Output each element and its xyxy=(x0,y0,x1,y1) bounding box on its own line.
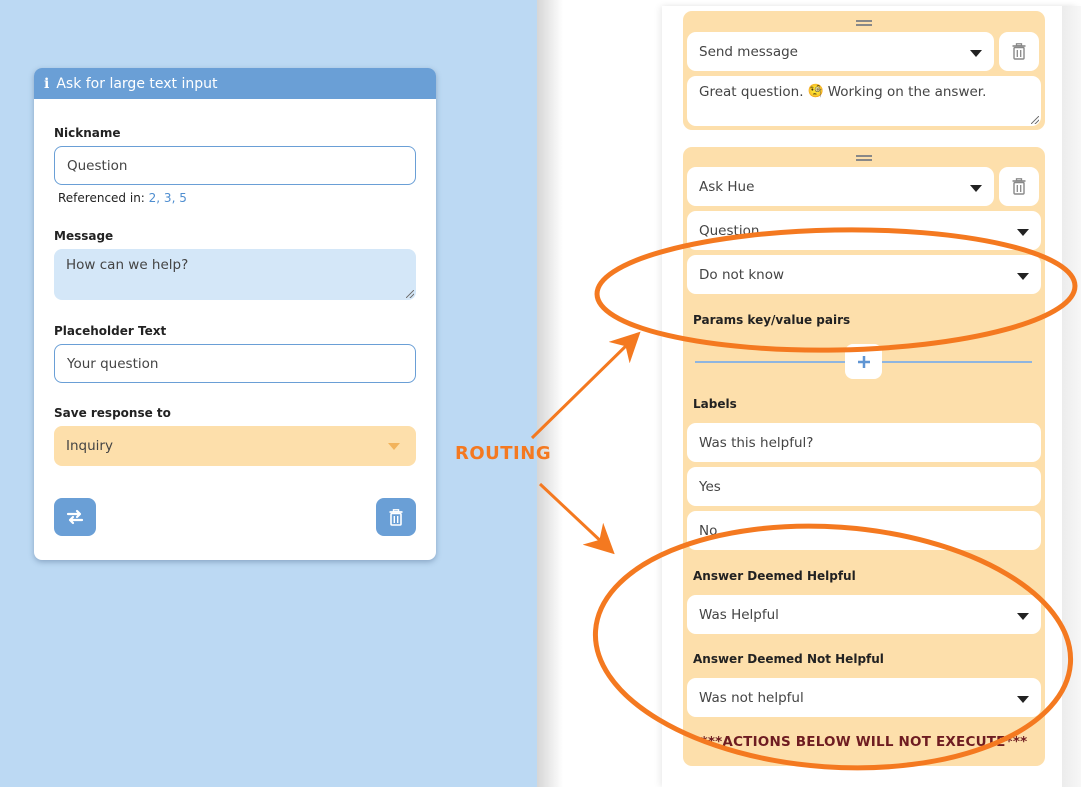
save-response-value: Inquiry xyxy=(66,438,113,454)
info-icon: i xyxy=(44,75,50,92)
params-label: Params key/value pairs xyxy=(693,313,851,327)
drag-handle-icon[interactable] xyxy=(856,155,872,161)
helpful-label: Answer Deemed Helpful xyxy=(693,569,856,583)
send-message-textarea[interactable]: Great question. 🧐 Working on the answer. xyxy=(687,76,1041,126)
nickname-input[interactable]: Question xyxy=(54,146,416,185)
not-helpful-label: Answer Deemed Not Helpful xyxy=(693,652,884,666)
referenced-in-label: Referenced in: xyxy=(58,191,145,205)
message-text: How can we help? xyxy=(66,257,189,273)
ask-hue-delete-button[interactable] xyxy=(999,167,1039,206)
chevron-down-icon xyxy=(970,49,982,57)
card-title: Ask for large text input xyxy=(56,75,218,92)
referenced-in-links[interactable]: 2, 3, 5 xyxy=(149,191,187,205)
plus-icon xyxy=(857,355,870,368)
question-select-value: Question xyxy=(699,222,760,239)
send-message-action-select[interactable]: Send message xyxy=(687,32,994,71)
ask-hue-block: Ask Hue Question Do not know Params key/… xyxy=(683,147,1045,766)
helpful-select-value: Was Helpful xyxy=(699,606,779,623)
resize-handle[interactable] xyxy=(1031,116,1039,124)
not-helpful-select[interactable]: Was not helpful xyxy=(687,678,1041,717)
add-param-button[interactable] xyxy=(845,344,882,379)
placeholder-text-input[interactable]: Your question xyxy=(54,344,416,383)
label-input-yes[interactable]: Yes xyxy=(687,467,1041,506)
labels-label: Labels xyxy=(693,397,737,411)
chevron-down-icon xyxy=(1017,695,1029,703)
drag-handle-icon[interactable] xyxy=(856,20,872,26)
label-input-question[interactable]: Was this helpful? xyxy=(687,423,1041,462)
message-text-continued: Working on the answer. xyxy=(827,84,987,100)
trash-icon xyxy=(389,508,403,526)
action-select-value: Send message xyxy=(699,43,798,60)
chevron-down-icon xyxy=(1017,612,1029,620)
action-select-value: Ask Hue xyxy=(699,178,755,195)
column-scroll-edge xyxy=(1062,6,1081,787)
not-helpful-select-value: Was not helpful xyxy=(699,689,804,706)
ask-large-text-card: i Ask for large text input Nickname Ques… xyxy=(34,68,436,560)
resize-handle[interactable] xyxy=(406,290,414,298)
referenced-in: Referenced in: 2, 3, 5 xyxy=(58,191,416,205)
nickname-label: Nickname xyxy=(54,126,121,140)
save-response-label: Save response to xyxy=(54,406,171,420)
fallback-select[interactable]: Do not know xyxy=(687,255,1041,294)
chevron-down-icon xyxy=(388,442,400,450)
label-input-no[interactable]: No xyxy=(687,511,1041,550)
message-text: Great question. xyxy=(699,84,804,100)
actions-warning: ***ACTIONS BELOW WILL NOT EXECUTE*** xyxy=(700,734,1028,750)
save-response-select[interactable]: Inquiry xyxy=(54,426,416,466)
send-message-delete-button[interactable] xyxy=(999,32,1039,71)
swap-button[interactable] xyxy=(54,498,96,536)
chevron-down-icon xyxy=(1017,272,1029,280)
trash-icon xyxy=(1012,43,1026,60)
message-label: Message xyxy=(54,229,114,243)
routing-annotation-label: ROUTING xyxy=(455,443,552,464)
delete-button[interactable] xyxy=(376,498,416,536)
send-message-block: Send message Great question. 🧐 Working o… xyxy=(683,11,1045,130)
question-select[interactable]: Question xyxy=(687,211,1041,250)
placeholder-text-label: Placeholder Text xyxy=(54,324,167,338)
chevron-down-icon xyxy=(970,184,982,192)
card-header: i Ask for large text input xyxy=(34,68,436,99)
ask-hue-action-select[interactable]: Ask Hue xyxy=(687,167,994,206)
helpful-select[interactable]: Was Helpful xyxy=(687,595,1041,634)
swap-arrows-icon xyxy=(66,509,84,525)
trash-icon xyxy=(1012,178,1026,195)
monocle-face-emoji-icon: 🧐 xyxy=(807,84,824,99)
fallback-select-value: Do not know xyxy=(699,266,785,283)
chevron-down-icon xyxy=(1017,228,1029,236)
message-textarea[interactable]: How can we help? xyxy=(54,249,416,300)
